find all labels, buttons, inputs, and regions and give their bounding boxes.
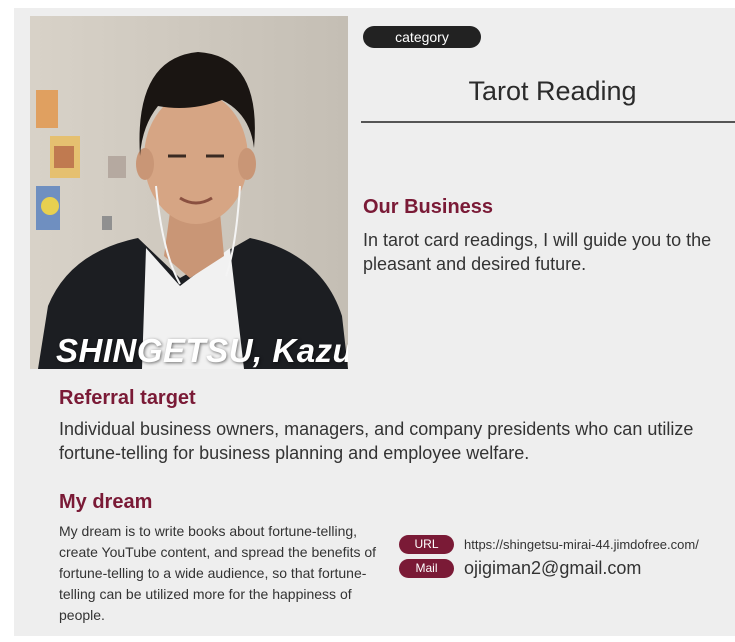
dream-text: My dream is to write books about fortune… (59, 523, 377, 623)
profile-name: SHINGETSU, Kazu (56, 332, 348, 369)
referral-heading: Referral target (59, 387, 196, 409)
url-badge: URL (399, 535, 454, 554)
title-divider (361, 121, 735, 123)
category-title: Tarot Reading (468, 76, 637, 106)
url-row: URL https://shingetsu-mirai-44.jimdofree… (399, 535, 699, 554)
dream-heading: My dream (59, 491, 153, 513)
profile-photo: SHINGETSU, Kazu (30, 16, 348, 369)
business-heading: Our Business (363, 196, 494, 218)
business-text: In tarot card readings, I will guide you… (363, 230, 712, 274)
mail-badge: Mail (399, 559, 454, 578)
profile-card: SHINGETSU, Kazu category Tarot Reading O… (14, 8, 735, 636)
referral-text: Individual business owners, managers, an… (59, 419, 694, 463)
email-link[interactable]: ojigiman2@gmail.com (464, 558, 641, 579)
category-badge: category (363, 26, 481, 48)
website-link[interactable]: https://shingetsu-mirai-44.jimdofree.com… (464, 537, 699, 552)
portrait-image (30, 16, 348, 369)
mail-row: Mail ojigiman2@gmail.com (399, 558, 641, 579)
